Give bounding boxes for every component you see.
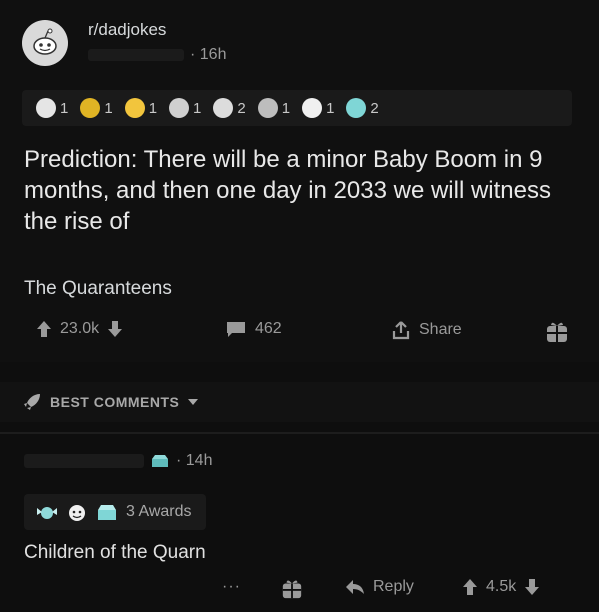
award-item[interactable]: 2: [346, 98, 379, 118]
comment-meta: · 14h: [24, 452, 212, 470]
downvote-icon[interactable]: [107, 320, 123, 338]
post-action-bar: 23.0k 462 Share: [0, 320, 599, 350]
award-count: 1: [281, 99, 291, 117]
comment-text: Children of the Quarn: [24, 542, 206, 563]
subreddit-avatar[interactable]: [22, 20, 68, 66]
alien-award-icon: [36, 98, 56, 118]
downvote-icon[interactable]: [524, 578, 540, 596]
helpful-flair-icon: [152, 455, 168, 467]
reddit-alien-icon: [33, 28, 57, 55]
reply-icon: [346, 580, 364, 594]
post-body: The Quaranteens: [24, 278, 172, 299]
award-count: 1: [193, 99, 202, 117]
silver-s-award-icon: [257, 98, 278, 118]
award-item[interactable]: 1: [80, 98, 113, 118]
award-count: 1: [60, 99, 69, 117]
share-button[interactable]: Share: [391, 320, 462, 340]
award-count: 1: [148, 99, 158, 117]
award-item[interactable]: 1: [302, 98, 334, 118]
sort-label: BEST COMMENTS: [50, 394, 180, 410]
subreddit-name[interactable]: r/dadjokes: [88, 20, 166, 40]
comment-score: 4.5k: [486, 578, 517, 595]
gold-star-award-icon: [80, 98, 101, 118]
comment-awards[interactable]: 3 Awards: [24, 494, 206, 530]
helpful-award-icon: [346, 98, 367, 118]
award-item[interactable]: 1: [169, 98, 201, 118]
more-options-button[interactable]: ···: [222, 578, 241, 596]
divider: [0, 432, 599, 434]
gift-icon: [282, 580, 302, 599]
comment-icon: [227, 322, 245, 337]
wholesome-award-icon: [302, 98, 323, 118]
award-item[interactable]: 2: [213, 98, 246, 118]
awards-count: 3 Awards: [126, 503, 192, 520]
post-title[interactable]: Prediction: There will be a minor Baby B…: [24, 144, 569, 237]
comment-time: · 14h: [176, 452, 213, 469]
comment-count: 462: [255, 320, 282, 337]
post-meta: · 16h: [88, 46, 226, 64]
gold-medal-award-icon: [124, 98, 145, 118]
face-award-icon: [213, 98, 234, 118]
post-time: · 16h: [190, 46, 227, 63]
redacted-username: [24, 454, 144, 468]
award-count: 2: [237, 99, 246, 117]
upvote-icon[interactable]: [36, 320, 52, 338]
post-awards-bar[interactable]: 1 1 1 1 2 1 1 2: [22, 90, 572, 126]
chevron-down-icon: [188, 399, 199, 405]
comment-action-bar: ··· Reply 4.5k: [0, 578, 599, 608]
comments-button[interactable]: 462: [225, 320, 282, 338]
splash-award-icon: [169, 98, 190, 118]
award-count: 1: [326, 99, 335, 117]
upvote-icon[interactable]: [462, 578, 478, 596]
reply-label: Reply: [373, 578, 414, 595]
award-item[interactable]: 1: [257, 98, 291, 118]
helpful-award-icon: [98, 505, 116, 520]
upvote-count: 23.0k: [60, 320, 100, 337]
give-award-button[interactable]: [281, 578, 303, 600]
more-icon: ···: [222, 578, 241, 595]
comment-vote-control: 4.5k: [462, 578, 540, 596]
wholesome-award-icon: [69, 505, 85, 521]
share-label: Share: [419, 321, 462, 338]
give-award-button[interactable]: [545, 320, 569, 344]
award-item[interactable]: 1: [36, 98, 68, 118]
post-card: r/dadjokes · 16h 1 1 1 1 2 1 1 2 Prediction: Th…: [0, 0, 599, 362]
vote-control: 23.0k: [36, 320, 123, 338]
angel-award-icon: [37, 507, 57, 519]
award-count: 2: [370, 99, 379, 117]
rocket-icon: [24, 394, 40, 410]
share-icon: [392, 321, 410, 340]
award-item[interactable]: 1: [124, 98, 158, 118]
redacted-username: [88, 49, 184, 61]
sort-comments-dropdown[interactable]: BEST COMMENTS: [0, 382, 599, 422]
reply-button[interactable]: Reply: [345, 578, 414, 596]
gift-icon: [547, 322, 567, 342]
award-count: 1: [104, 99, 113, 117]
